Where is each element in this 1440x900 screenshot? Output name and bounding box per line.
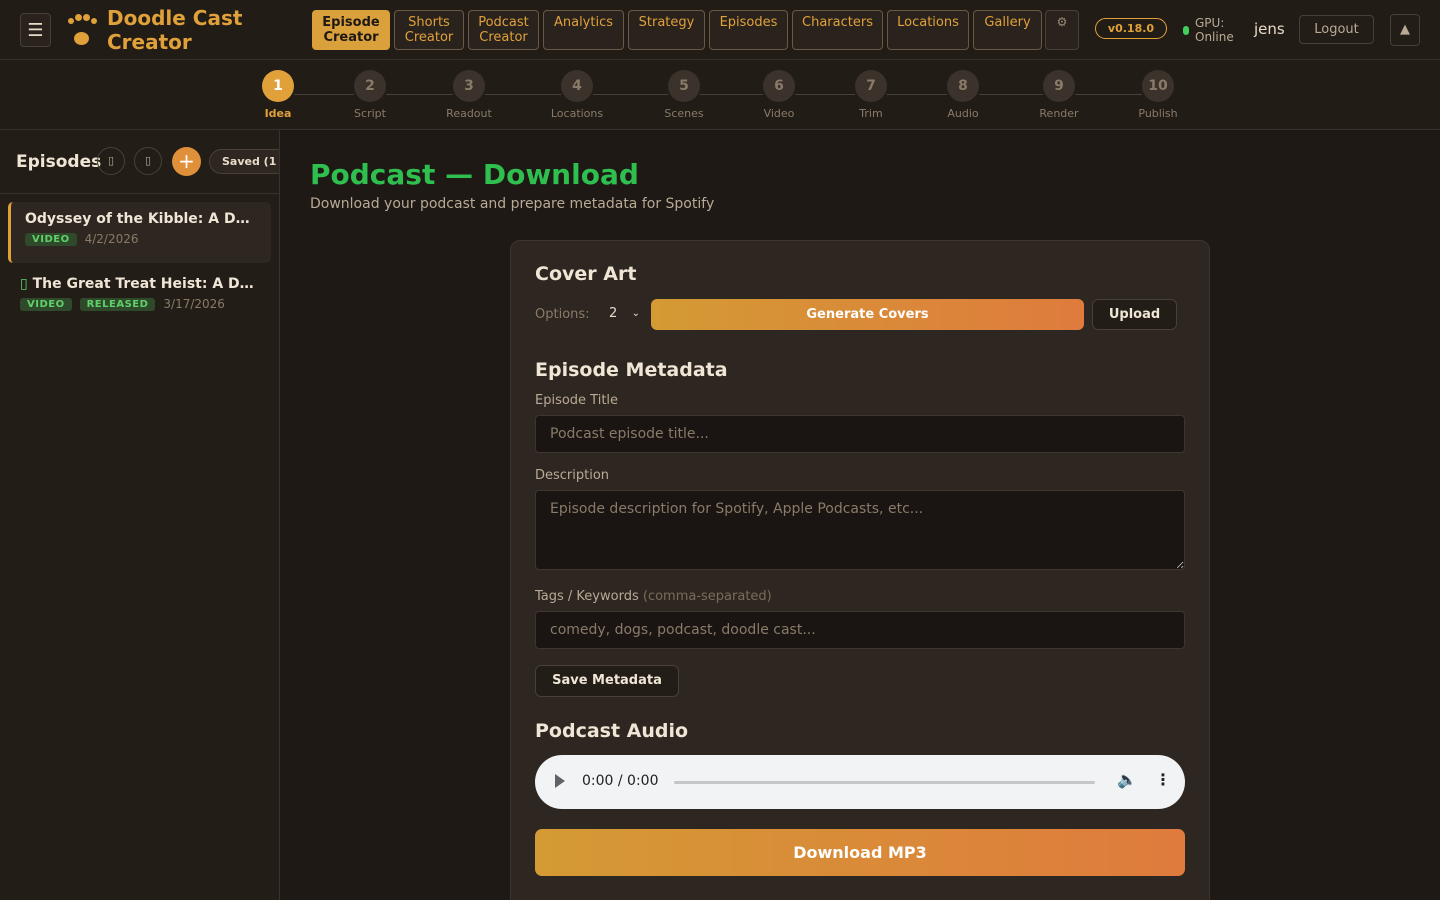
episode-title: The Great Treat Heist: A D... — [32, 276, 255, 292]
step-trim[interactable]: 7 Trim — [831, 70, 911, 120]
download-mp3-button[interactable]: Download MP3 — [535, 829, 1185, 876]
hamburger-icon: ☰ — [27, 19, 44, 41]
video-badge: VIDEO — [25, 232, 77, 246]
nav-strategy[interactable]: Strategy — [628, 10, 705, 50]
episode-title: Odyssey of the Kibble: A Do... — [25, 211, 257, 227]
nav-shorts-creator[interactable]: Shorts Creator — [394, 10, 464, 50]
released-icon: ▯ — [20, 276, 28, 292]
episode-date: 3/17/2026 — [163, 297, 225, 311]
step-audio[interactable]: 8 Audio — [923, 70, 1003, 120]
saved-filter-button[interactable]: Saved (1 — [209, 149, 279, 174]
workflow-stepper: 1 Idea 2 Script 3 Readout 4 Locations 5 Scene… — [0, 60, 1440, 130]
step-locations[interactable]: 4 Locations — [537, 70, 617, 120]
episode-item[interactable]: ▯ The Great Treat Heist: A D... VIDEO RE… — [6, 267, 269, 328]
volume-icon[interactable]: 🔈 — [1117, 770, 1137, 789]
generate-covers-button[interactable]: Generate Covers — [651, 299, 1084, 330]
description-label: Description — [535, 468, 610, 483]
sidebar-import-button[interactable]: ▯ — [134, 147, 162, 175]
upload-cover-button[interactable]: Upload — [1092, 299, 1177, 330]
metadata-heading: Episode Metadata — [535, 359, 728, 381]
settings-button[interactable]: ⚙ — [1045, 10, 1079, 50]
nav-episode-creator[interactable]: Episode Creator — [312, 10, 390, 50]
audio-time: 0:00 / 0:00 — [582, 773, 659, 789]
tags-input[interactable] — [535, 611, 1185, 649]
sidebar-title: Episodes — [16, 152, 102, 172]
podcast-audio-heading: Podcast Audio — [535, 720, 689, 742]
username: jens — [1254, 20, 1285, 38]
play-icon[interactable] — [555, 774, 565, 788]
episode-title-input[interactable] — [535, 415, 1185, 453]
paw-logo-icon — [66, 12, 98, 48]
nav-episodes[interactable]: Episodes — [709, 10, 788, 50]
episode-date: 4/2/2026 — [84, 232, 139, 246]
app-title-line2: Creator — [107, 30, 192, 54]
page-title: Podcast — Download — [310, 158, 639, 191]
collapse-button[interactable]: ▲ — [1390, 14, 1420, 46]
audio-progress-track[interactable] — [674, 781, 1095, 784]
step-render[interactable]: 9 Render — [1019, 70, 1099, 120]
add-episode-button[interactable]: + — [172, 147, 201, 176]
caret-up-icon: ▲ — [1400, 22, 1410, 37]
step-scenes[interactable]: 5 Scenes — [644, 70, 724, 120]
folder-icon: ▯ — [107, 154, 115, 167]
save-metadata-button[interactable]: Save Metadata — [535, 665, 679, 697]
description-textarea[interactable] — [535, 490, 1185, 570]
sidebar-folder-button[interactable]: ▯ — [97, 147, 125, 175]
chevron-down-icon: ⌄ — [631, 308, 640, 319]
cover-options-select[interactable]: 2 ⌄ — [600, 304, 644, 326]
options-label: Options: — [535, 307, 590, 322]
nav-analytics[interactable]: Analytics — [543, 10, 624, 50]
page-subtitle: Download your podcast and prepare metada… — [310, 196, 715, 212]
nav-podcast-creator[interactable]: Podcast Creator — [468, 10, 539, 50]
gpu-status: GPU: Online — [1195, 16, 1234, 44]
app-title-line1: Doodle Cast — [107, 6, 243, 30]
app-title: Doodle Cast Creator — [107, 6, 287, 54]
more-options-icon[interactable]: ⋮ — [1155, 770, 1171, 789]
step-video[interactable]: 6 Video — [739, 70, 819, 120]
episode-item[interactable]: Odyssey of the Kibble: A Do... VIDEO 4/2… — [8, 202, 271, 263]
step-idea[interactable]: 1 Idea — [238, 70, 318, 120]
audio-player[interactable]: 0:00 / 0:00 🔈 ⋮ — [535, 755, 1185, 809]
gear-icon: ⚙ — [1056, 15, 1068, 29]
nav-locations[interactable]: Locations — [887, 10, 969, 50]
import-icon: ▯ — [144, 154, 152, 167]
logout-button[interactable]: Logout — [1299, 15, 1374, 44]
top-bar: ☰ Doodle Cast Creator Episode Creator Sh… — [0, 0, 1440, 60]
step-readout[interactable]: 3 Readout — [429, 70, 509, 120]
step-publish[interactable]: 10 Publish — [1118, 70, 1198, 120]
nav-characters[interactable]: Characters — [792, 10, 883, 50]
tags-label: Tags / Keywords (comma-separated) — [535, 589, 772, 604]
tags-hint: (comma-separated) — [642, 589, 772, 604]
step-script[interactable]: 2 Script — [330, 70, 410, 120]
episodes-sidebar: Episodes ▯ ▯ + Saved (1 Odyssey of the K… — [0, 130, 280, 900]
plus-icon: + — [178, 149, 195, 173]
episode-title-label: Episode Title — [535, 393, 619, 408]
menu-button[interactable]: ☰ — [20, 13, 51, 47]
released-badge: RELEASED — [79, 297, 156, 311]
gpu-status-dot — [1183, 26, 1189, 35]
video-badge: VIDEO — [20, 297, 72, 311]
version-badge: v0.18.0 — [1095, 18, 1167, 39]
nav-gallery[interactable]: Gallery — [973, 10, 1042, 50]
cover-art-heading: Cover Art — [535, 263, 637, 285]
